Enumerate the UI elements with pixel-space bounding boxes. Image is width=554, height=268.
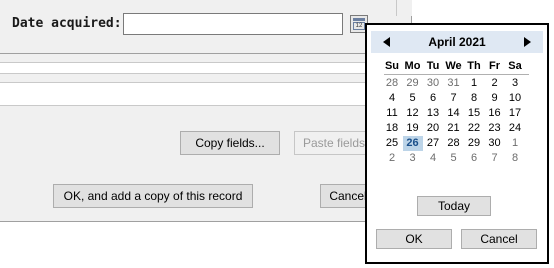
calendar-icon-header [353,18,365,21]
day-cell[interactable]: 24 [505,121,525,136]
day-cell[interactable]: 28 [444,136,464,151]
day-cell[interactable]: 30 [423,76,443,91]
month-header: April 2021 [371,31,543,53]
today-button[interactable]: Today [417,196,491,216]
day-cell[interactable]: 16 [485,106,505,121]
ok-add-copy-button[interactable]: OK, and add a copy of this record [53,184,253,208]
day-cell[interactable]: 1 [505,136,525,151]
weekday-header: Tu [426,60,440,72]
day-cell[interactable]: 21 [444,121,464,136]
day-cell[interactable]: 29 [464,136,484,151]
day-cell[interactable]: 6 [464,151,484,166]
day-cell[interactable]: 6 [423,91,443,106]
day-cell[interactable]: 25 [382,136,402,151]
calendar-popup: April 2021 Su Mo Tu We Th Fr Sa 28 29 30 31 1 2 3 4 5 6 7… [365,23,549,264]
day-cell[interactable]: 15 [464,106,484,121]
blank-field-row[interactable] [0,62,396,74]
day-cell[interactable]: 12 [403,106,423,121]
day-cell[interactable]: 4 [382,91,402,106]
day-cell[interactable]: 27 [423,136,443,151]
day-cell[interactable]: 9 [485,91,505,106]
day-cell[interactable]: 14 [444,106,464,121]
dialog-scroll-edge [396,0,412,16]
selected-day-cell[interactable]: 26 [402,136,423,151]
day-cell[interactable]: 7 [485,151,505,166]
day-cell[interactable]: 20 [423,121,443,136]
calendar-cancel-button[interactable]: Cancel [461,229,537,249]
day-cell[interactable]: 2 [382,151,402,166]
day-cell[interactable]: 10 [505,91,525,106]
record-dialog: Date acquired: 12 Copy fields... Paste f… [0,0,412,222]
weekday-header: We [445,60,462,72]
day-cell[interactable]: 28 [382,76,402,91]
date-acquired-label: Date acquired: [12,16,122,31]
weekday-header: Mo [404,60,421,72]
next-month-icon[interactable] [524,37,531,47]
day-cell[interactable]: 8 [505,151,525,166]
previous-month-icon[interactable] [383,37,390,47]
day-cell[interactable]: 22 [464,121,484,136]
day-cell[interactable]: 3 [505,76,525,91]
weekday-header: Sa [508,60,522,72]
day-cell[interactable]: 11 [382,106,402,121]
day-cell[interactable]: 1 [464,76,484,91]
paste-fields-button[interactable]: Paste fields [294,131,374,155]
calendar-ok-button[interactable]: OK [376,229,452,249]
day-cell[interactable]: 5 [403,91,423,106]
date-acquired-panel: Date acquired: 12 [0,0,396,54]
date-acquired-input[interactable] [123,13,343,35]
day-cell[interactable]: 29 [403,76,423,91]
weekday-header: Th [467,60,481,72]
day-cell[interactable]: 5 [444,151,464,166]
weekday-header: Fr [489,60,500,72]
weekday-divider [384,74,529,75]
day-cell[interactable]: 18 [382,121,402,136]
calendar-icon-page: 12 [353,22,365,30]
weekday-header: Su [384,60,400,72]
day-cell[interactable]: 13 [423,106,443,121]
day-cell[interactable]: 7 [444,91,464,106]
day-cell[interactable]: 19 [403,121,423,136]
month-title: April 2021 [428,35,486,49]
day-cell[interactable]: 30 [485,136,505,151]
day-cell[interactable]: 17 [505,106,525,121]
blank-field-row[interactable] [0,82,396,106]
day-cell[interactable]: 3 [403,151,423,166]
day-cell[interactable]: 23 [485,121,505,136]
day-cell[interactable]: 8 [464,91,484,106]
copy-fields-button[interactable]: Copy fields... [180,131,280,155]
day-cell[interactable]: 2 [485,76,505,91]
day-cell[interactable]: 4 [423,151,443,166]
day-cell[interactable]: 31 [444,76,464,91]
